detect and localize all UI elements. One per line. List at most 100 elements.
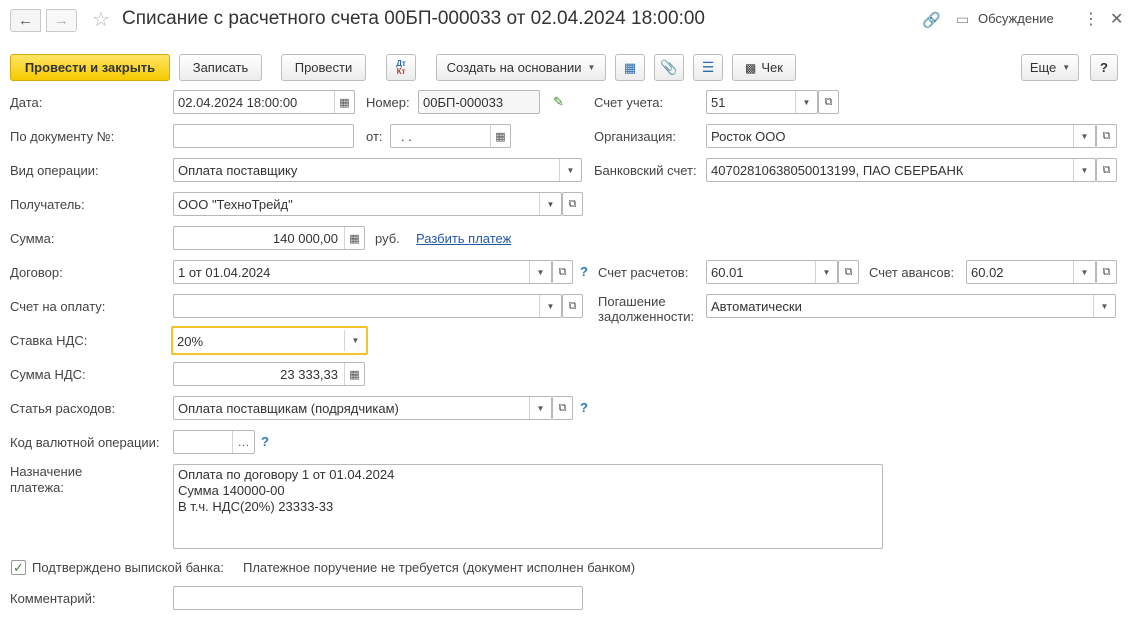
contract-label: Договор: [10, 265, 63, 280]
debt-repayment-field[interactable]: Автоматически ▼ [706, 294, 1116, 318]
bank-confirmed-checkbox[interactable]: ✓ [11, 560, 26, 575]
discussion-button[interactable]: Обсуждение [978, 11, 1054, 26]
open-settlement-account-button[interactable]: ⧉ [838, 260, 859, 284]
open-organization-button[interactable]: ⧉ [1096, 124, 1117, 148]
payment-purpose-line: В т.ч. НДС(20%) 23333-33 [178, 499, 334, 514]
discussion-icon[interactable]: ▭ [956, 11, 969, 28]
open-window-icon: ⧉ [568, 197, 577, 210]
open-advance-account-button[interactable]: ⧉ [1096, 260, 1117, 284]
by-document-label: По документу №: [10, 129, 115, 144]
open-bank-account-button[interactable]: ⧉ [1096, 158, 1117, 182]
advance-account-field[interactable]: 60.02 ▼ [966, 260, 1096, 284]
invoice-field[interactable]: ▼ [173, 294, 562, 318]
arrow-left-icon: ← [18, 12, 33, 29]
recipient-field[interactable]: ООО "ТехноТрейд" ▼ [173, 192, 562, 216]
open-window-icon: ⧉ [558, 401, 567, 414]
date-field[interactable]: 02.04.2024 18:00:00 ▦ [173, 90, 355, 114]
ellipsis-icon[interactable]: … [232, 431, 254, 453]
operation-type-label: Вид операции: [10, 163, 99, 178]
calculator-icon[interactable]: ▦ [344, 227, 364, 249]
currency-op-code-label: Код валютной операции: [10, 435, 160, 450]
bank-confirmed-note: Платежное поручение не требуется (докуме… [243, 560, 636, 575]
open-invoice-button[interactable]: ⧉ [562, 294, 583, 318]
dropdown-arrow-icon[interactable]: ▼ [529, 397, 551, 419]
dropdown-arrow-icon[interactable]: ▼ [815, 261, 837, 283]
settlement-account-label: Счет расчетов: [598, 265, 689, 280]
dt-kt-button[interactable]: Дт Кт [386, 54, 416, 81]
open-account-button[interactable]: ⧉ [818, 90, 839, 114]
open-contract-button[interactable]: ⧉ [552, 260, 573, 284]
vat-amount-value: 23 333,33 [280, 367, 338, 382]
account-value: 51 [711, 95, 726, 110]
dropdown-arrow-icon[interactable]: ▼ [539, 295, 561, 317]
from-date-field[interactable]: . . ▦ [390, 124, 511, 148]
dropdown-arrow-icon[interactable]: ▼ [1073, 125, 1095, 147]
open-window-icon: ⧉ [568, 299, 577, 312]
organization-label: Организация: [594, 129, 677, 144]
vat-amount-field[interactable]: 23 333,33 ▦ [173, 362, 365, 386]
split-payment-link[interactable]: Разбить платеж [416, 231, 511, 246]
close-icon[interactable]: ✕ [1110, 9, 1123, 29]
attach-button[interactable]: 📎 [654, 54, 684, 81]
vat-rate-value: 20% [177, 334, 204, 349]
payment-purpose-line: Оплата по договору 1 от 01.04.2024 [178, 467, 395, 482]
link-icon[interactable]: 🔗 [922, 11, 941, 29]
dropdown-arrow-icon[interactable]: ▼ [1093, 295, 1115, 317]
forward-button[interactable]: → [46, 9, 77, 32]
currency-label: руб. [375, 231, 400, 246]
save-button[interactable]: Записать [179, 54, 262, 81]
expense-item-value: Оплата поставщикам (подрядчикам) [178, 401, 399, 416]
vat-rate-label: Ставка НДС: [10, 333, 88, 348]
favorite-star-icon[interactable]: ☆ [92, 7, 110, 32]
calculator-icon[interactable]: ▦ [344, 363, 364, 385]
open-recipient-button[interactable]: ⧉ [562, 192, 583, 216]
document-list-icon: ☰ [701, 59, 715, 75]
number-edit-icon[interactable]: ✎ [553, 94, 564, 110]
payment-purpose-textarea[interactable]: Оплата по договору 1 от 01.04.2024 Сумма… [173, 464, 883, 549]
page-title: Списание с расчетного счета 00БП-000033 … [122, 8, 705, 29]
dropdown-arrow-icon[interactable]: ▼ [539, 193, 561, 215]
expense-item-help-icon[interactable]: ? [580, 400, 588, 415]
create-based-on-label: Создать на основании [446, 60, 582, 75]
post-button[interactable]: Провести [281, 54, 366, 81]
structure-button[interactable]: ▦ [615, 54, 645, 81]
settlement-account-field[interactable]: 60.01 ▼ [706, 260, 838, 284]
number-label: Номер: [366, 95, 410, 110]
by-document-field[interactable] [173, 124, 354, 148]
number-field[interactable]: 00БП-000033 [418, 90, 540, 114]
bank-account-field[interactable]: 40702810638050013199, ПАО СБЕРБАНК ▼ [706, 158, 1096, 182]
dropdown-arrow-icon[interactable]: ▼ [1073, 159, 1095, 181]
open-expense-item-button[interactable]: ⧉ [552, 396, 573, 420]
dropdown-arrow-icon[interactable]: ▼ [795, 91, 817, 113]
calendar-icon[interactable]: ▦ [490, 125, 510, 147]
vat-rate-field[interactable]: 20% ▼ [171, 326, 368, 355]
more-vertical-icon[interactable]: ⋮ [1083, 9, 1099, 29]
contract-field[interactable]: 1 от 01.04.2024 ▼ [173, 260, 552, 284]
dropdown-arrow-icon[interactable]: ▼ [559, 159, 581, 181]
account-field[interactable]: 51 ▼ [706, 90, 818, 114]
currency-op-code-help-icon[interactable]: ? [261, 434, 269, 449]
currency-op-code-field[interactable]: … [173, 430, 255, 454]
dropdown-arrow-icon[interactable]: ▼ [529, 261, 551, 283]
advance-account-label: Счет авансов: [869, 265, 955, 280]
open-window-icon: ⧉ [1102, 163, 1111, 176]
debt-repayment-label-line1: Погашение [598, 294, 666, 309]
operation-type-field[interactable]: Оплата поставщику ▼ [173, 158, 582, 182]
contract-help-icon[interactable]: ? [580, 264, 588, 279]
dropdown-arrow-icon[interactable]: ▼ [344, 330, 366, 351]
more-button[interactable]: Еще ▼ [1021, 54, 1079, 81]
back-button[interactable]: ← [10, 9, 41, 32]
expense-item-field[interactable]: Оплата поставщикам (подрядчикам) ▼ [173, 396, 552, 420]
help-button[interactable]: ? [1090, 54, 1118, 81]
organization-field[interactable]: Росток ООО ▼ [706, 124, 1096, 148]
dropdown-arrow-icon[interactable]: ▼ [1073, 261, 1095, 283]
amount-field[interactable]: 140 000,00 ▦ [173, 226, 365, 250]
post-and-close-button[interactable]: Провести и закрыть [10, 54, 170, 81]
receipt-button[interactable]: ▩ Чек [732, 54, 796, 81]
arrow-right-icon: → [54, 12, 69, 29]
comment-field[interactable] [173, 586, 583, 610]
calendar-icon[interactable]: ▦ [334, 91, 354, 113]
list-button[interactable]: ☰ [693, 54, 723, 81]
create-based-on-button[interactable]: Создать на основании ▼ [436, 54, 606, 81]
amount-label: Сумма: [10, 231, 55, 246]
